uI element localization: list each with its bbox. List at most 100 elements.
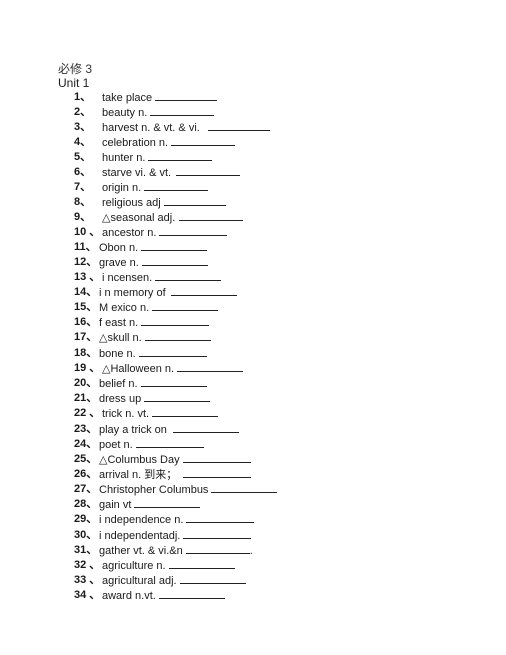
vocab-item: 14、 i n memory of [0, 285, 506, 300]
vocab-item: 30、 i ndependentadj. [0, 528, 506, 543]
item-term: hunter n. [102, 150, 213, 166]
answer-blank[interactable] [152, 300, 219, 311]
answer-blank[interactable] [179, 210, 244, 221]
vocab-item: 24、 poet n. [0, 437, 506, 452]
vocab-item: 28、 gain vt [0, 497, 506, 512]
answer-blank[interactable] [168, 558, 235, 569]
vocab-item: 6、 starve vi. & vt. [0, 165, 506, 180]
item-number: 21、 [74, 392, 98, 404]
vocab-item: 33 、 agricultural adj. [0, 573, 506, 588]
item-number: 30、 [74, 529, 98, 541]
term-text: award n.vt. [102, 590, 156, 602]
vocab-item: 7、 origin n. [0, 180, 506, 195]
item-term: starve vi. & vt. [102, 165, 241, 181]
answer-blank[interactable] [141, 255, 208, 266]
answer-blank[interactable] [144, 391, 211, 402]
answer-blank[interactable] [134, 497, 201, 508]
vocab-item: 9、 △seasonal adj. [0, 210, 506, 225]
term-text: gather vt. & vi.&n [99, 545, 183, 557]
term-text: i ncensen. [102, 272, 153, 284]
item-number: 8、 [74, 196, 92, 208]
term-text: ancestor n. [102, 227, 157, 239]
answer-blank[interactable] [170, 285, 237, 296]
answer-blank[interactable] [177, 361, 244, 372]
term-text: △Halloween n. [102, 363, 175, 375]
answer-blank[interactable] [135, 437, 204, 448]
answer-blank[interactable] [141, 315, 210, 326]
answer-blank[interactable] [158, 588, 225, 599]
term-text: play a trick on [99, 424, 167, 436]
item-term: i ncensen. [102, 270, 222, 286]
item-number: 29、 [74, 513, 98, 525]
item-term: grave n. [99, 255, 208, 271]
term-text: religious adj [102, 197, 161, 209]
term-text: take place [102, 92, 153, 104]
answer-blank[interactable] [150, 105, 215, 116]
item-term: i n memory of [99, 285, 237, 301]
item-number: 25、 [74, 453, 98, 465]
item-term: f east n. [99, 315, 210, 331]
item-term: agriculture n. [102, 558, 235, 574]
answer-blank[interactable] [211, 482, 278, 493]
answer-blank[interactable] [183, 528, 252, 539]
item-term: Christopher Columbus [99, 482, 278, 498]
term-text: harvest n. & vt. & vi. [102, 122, 200, 134]
term-text: Christopher Columbus [99, 484, 209, 496]
item-term: dress up [99, 391, 211, 407]
item-number: 24、 [74, 438, 98, 450]
item-number: 19 、 [74, 362, 101, 374]
vocab-item: 2、 beauty n. [0, 105, 506, 120]
item-number: 20、 [74, 377, 98, 389]
item-number: 32 、 [74, 559, 101, 571]
term-text: agriculture n. [102, 560, 166, 572]
vocab-item: 25、 △Columbus Day [0, 452, 506, 467]
vocab-item: 29、 i ndependence n. [0, 512, 506, 527]
answer-blank[interactable] [182, 452, 251, 463]
item-term: Obon n. [99, 240, 208, 256]
vocab-item: 27、 Christopher Columbus [0, 482, 506, 497]
answer-blank[interactable] [179, 573, 246, 584]
item-number: 11、 [74, 241, 97, 253]
term-text: M exico n. [99, 302, 150, 314]
vocab-item: 21、 dress up [0, 391, 506, 406]
answer-blank[interactable] [155, 90, 218, 101]
term-text: poet n. [99, 439, 133, 451]
answer-blank[interactable] [186, 512, 255, 523]
answer-blank[interactable] [163, 195, 226, 206]
answer-blank[interactable] [207, 120, 270, 131]
answer-blank[interactable] [141, 240, 208, 251]
answer-blank[interactable] [176, 165, 241, 176]
answer-blank[interactable] [140, 376, 207, 387]
vocab-item: 13 、 i ncensen. [0, 270, 506, 285]
answer-blank[interactable] [172, 422, 239, 433]
vocab-item: 8、 religious adj [0, 195, 506, 210]
answer-blank[interactable] [144, 180, 209, 191]
answer-blank[interactable] [152, 406, 219, 417]
answer-blank[interactable] [148, 150, 213, 161]
term-text: grave n. [99, 257, 139, 269]
answer-blank[interactable] [144, 330, 211, 341]
answer-blank[interactable] [138, 346, 207, 357]
item-number: 33 、 [74, 574, 101, 586]
vocab-item: 4、 celebration n. [0, 135, 506, 150]
answer-blank[interactable] [155, 270, 222, 281]
answer-blank[interactable] [185, 543, 250, 554]
answer-blank[interactable] [183, 467, 252, 478]
item-number: 4、 [74, 136, 92, 148]
item-number: 22 、 [74, 407, 101, 419]
item-number: 3、 [74, 121, 92, 133]
vocab-item: 16、 f east n. [0, 315, 506, 330]
item-number: 31、 [74, 544, 98, 556]
item-term: M exico n. [99, 300, 219, 316]
answer-blank[interactable] [159, 225, 228, 236]
item-term: arrival n. 到来； [99, 467, 252, 483]
term-text: belief n. [99, 378, 138, 390]
answer-blank[interactable] [171, 135, 236, 146]
item-term: beauty n. [102, 105, 215, 121]
term-text: i ndependentadj. [99, 530, 181, 542]
item-number: 16、 [74, 316, 98, 328]
item-term: take place [102, 90, 218, 106]
vocab-item: 18、 bone n. [0, 346, 506, 361]
vocab-item: 12、 grave n. [0, 255, 506, 270]
term-text: beauty n. [102, 107, 148, 119]
